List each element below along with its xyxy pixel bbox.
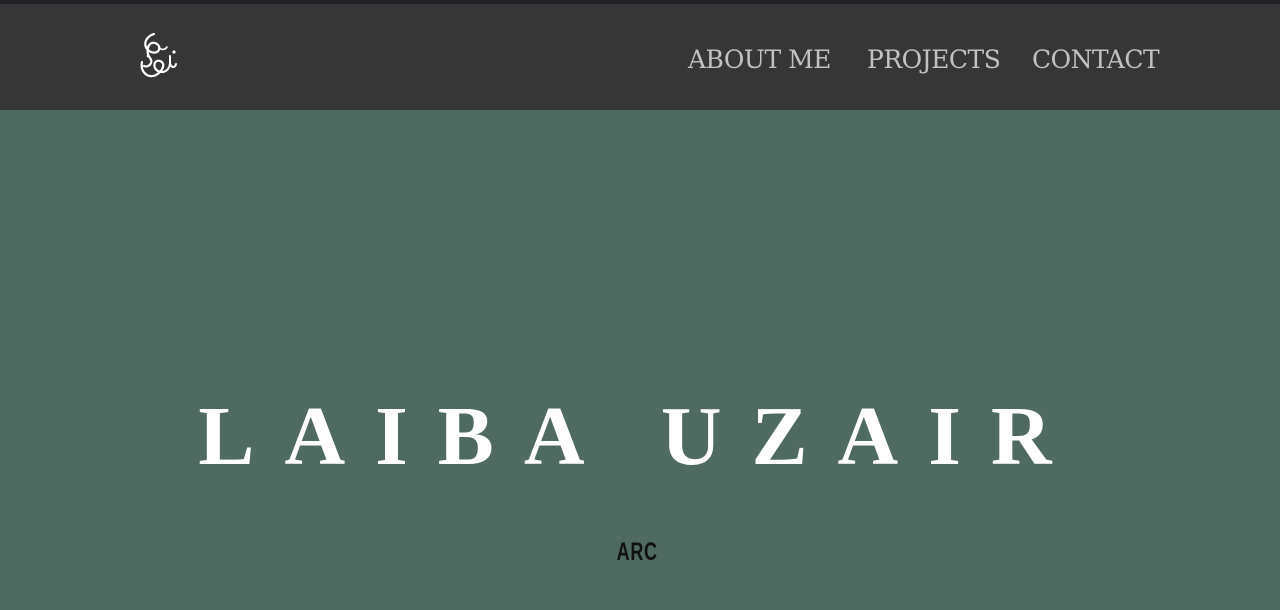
hero-subtitle: ARC	[616, 538, 658, 566]
nav-link-contact[interactable]: CONTACT	[1032, 42, 1160, 76]
site-navbar: ABOUT ME PROJECTS CONTACT	[0, 4, 1280, 110]
nav-link-about-me[interactable]: ABOUT ME	[688, 42, 831, 76]
calligraphy-logo-icon[interactable]	[136, 28, 182, 84]
logo-graphic	[140, 32, 177, 78]
hero-section: LAIBA UZAIR ARC	[0, 110, 1280, 610]
hero-title: LAIBA UZAIR	[198, 390, 1082, 484]
nav-link-projects[interactable]: PROJECTS	[867, 42, 1001, 76]
